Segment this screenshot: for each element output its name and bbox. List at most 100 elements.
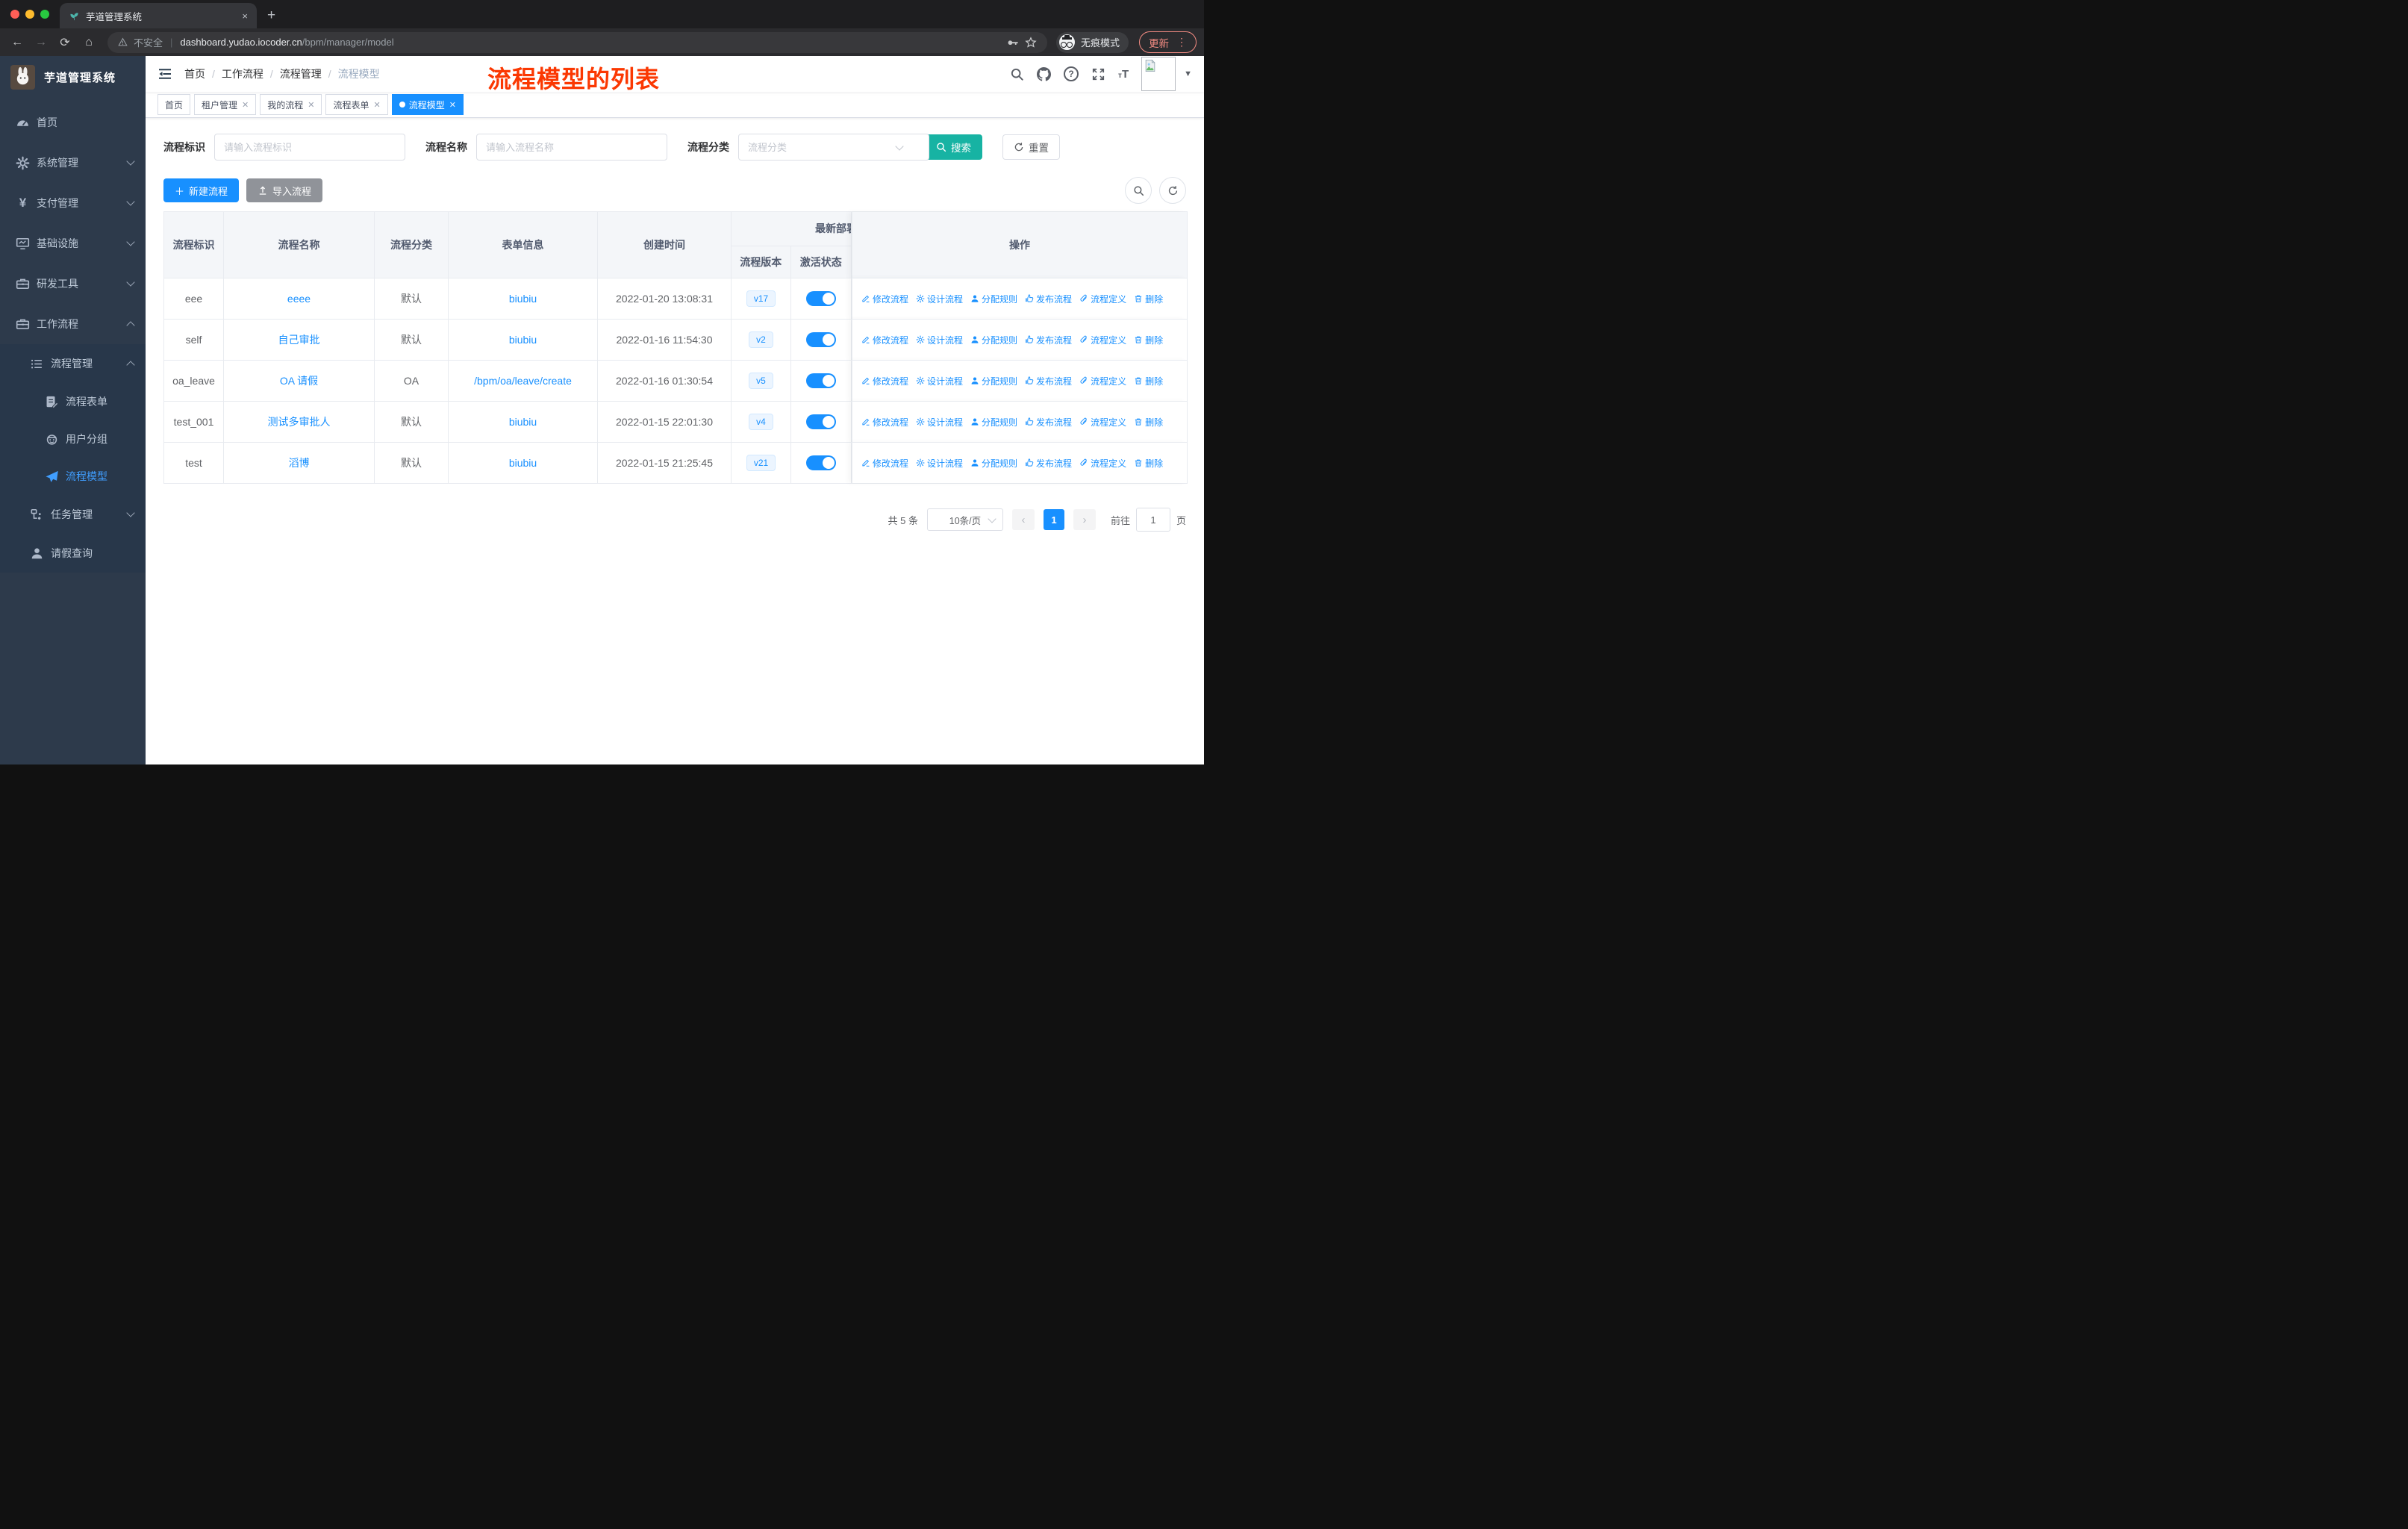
help-icon[interactable]: ? [1064,66,1079,81]
sidebar-item-infrastructure[interactable]: 基础设施 [0,223,146,264]
forward-button[interactable]: → [31,36,51,49]
tag-tenant[interactable]: 租户管理 ✕ [194,94,257,115]
sidebar-item-devtools[interactable]: 研发工具 [0,264,146,304]
action-publish-process[interactable]: 发布流程 [1025,334,1072,346]
action-delete[interactable]: 删除 [1134,457,1163,470]
search-icon[interactable] [1010,67,1024,81]
action-design-process[interactable]: 设计流程 [916,375,963,387]
tag-home[interactable]: 首页 [157,94,191,115]
action-assign-rule[interactable]: 分配规则 [970,293,1017,305]
action-edit-process[interactable]: 修改流程 [861,416,908,429]
back-button[interactable]: ← [7,36,27,49]
close-icon[interactable]: ✕ [308,100,314,110]
action-delete[interactable]: 删除 [1134,334,1163,346]
action-publish-process[interactable]: 发布流程 [1025,375,1072,387]
form-info-link[interactable]: /bpm/oa/leave/create [474,375,572,387]
sidebar-item-process-form[interactable]: 流程表单 [0,383,146,420]
macos-window-controls[interactable] [0,0,60,28]
close-tab-icon[interactable]: × [242,10,248,22]
action-design-process[interactable]: 设计流程 [916,416,963,429]
active-toggle[interactable] [806,332,836,347]
browser-menu-icon[interactable]: ⋮ [1176,36,1187,49]
action-assign-rule[interactable]: 分配规则 [970,457,1017,470]
action-edit-process[interactable]: 修改流程 [861,457,908,470]
create-process-button[interactable]: ＋ 新建流程 [163,178,240,202]
search-button[interactable]: 搜索 [925,134,982,160]
browser-tab[interactable]: 芋道管理系统 × [60,3,257,28]
sidebar-collapse-icon[interactable] [157,66,172,81]
tag-process-form[interactable]: 流程表单 ✕ [325,94,388,115]
sidebar-item-payment[interactable]: ¥ 支付管理 [0,183,146,223]
action-design-process[interactable]: 设计流程 [916,457,963,470]
sidebar-item-task-management[interactable]: 任务管理 [0,495,146,534]
browser-update-button[interactable]: 更新 ⋮ [1139,31,1197,53]
current-page-button[interactable]: 1 [1043,509,1064,530]
sidebar-item-process-management[interactable]: 流程管理 [0,344,146,383]
form-info-link[interactable]: biubiu [509,457,537,469]
close-icon[interactable]: ✕ [374,100,381,110]
action-delete[interactable]: 删除 [1134,375,1163,387]
close-icon[interactable]: ✕ [449,100,456,110]
action-delete[interactable]: 删除 [1134,293,1163,305]
process-id-input[interactable] [214,134,405,161]
action-edit-process[interactable]: 修改流程 [861,334,908,346]
process-name-link[interactable]: 滔博 [289,455,310,470]
next-page-button[interactable]: › [1073,509,1096,530]
fullscreen-icon[interactable] [1091,67,1105,81]
form-info-link[interactable]: biubiu [509,293,537,305]
active-toggle[interactable] [806,373,836,388]
process-category-select[interactable] [738,134,929,161]
address-bar[interactable]: 不安全 | dashboard.yudao.iocoder.cn/bpm/man… [107,31,1047,53]
reload-button[interactable]: ⟳ [55,35,75,50]
sidebar-item-system[interactable]: 系统管理 [0,143,146,183]
sidebar-item-user-group[interactable]: 用户分组 [0,420,146,458]
action-design-process[interactable]: 设计流程 [916,334,963,346]
action-process-definition[interactable]: 流程定义 [1079,457,1126,470]
process-name-link[interactable]: 测试多审批人 [268,414,331,429]
user-avatar[interactable] [1141,57,1176,91]
sidebar-item-leave-query[interactable]: 请假查询 [0,534,146,573]
show-search-button[interactable] [1125,177,1152,204]
password-key-icon[interactable] [1007,37,1019,49]
new-tab-button[interactable]: + [267,7,275,28]
action-process-definition[interactable]: 流程定义 [1079,416,1126,429]
breadcrumb-home[interactable]: 首页 [184,66,205,81]
tag-my-process[interactable]: 我的流程 ✕ [260,94,322,115]
action-publish-process[interactable]: 发布流程 [1025,416,1072,429]
refresh-table-button[interactable] [1159,177,1186,204]
process-name-input[interactable] [476,134,667,161]
prev-page-button[interactable]: ‹ [1011,509,1035,530]
action-publish-process[interactable]: 发布流程 [1025,457,1072,470]
action-design-process[interactable]: 设计流程 [916,293,963,305]
close-window-button[interactable] [10,10,19,19]
reset-button[interactable]: 重置 [1002,134,1060,160]
sidebar-item-process-model[interactable]: 流程模型 [0,458,146,495]
process-name-link[interactable]: eeee [287,293,311,305]
sidebar-item-workflow[interactable]: 工作流程 [0,304,146,344]
bookmark-star-icon[interactable] [1025,37,1037,49]
action-publish-process[interactable]: 发布流程 [1025,293,1072,305]
breadcrumb-process-management[interactable]: 流程管理 [280,66,322,81]
action-assign-rule[interactable]: 分配规则 [970,416,1017,429]
action-process-definition[interactable]: 流程定义 [1079,293,1126,305]
action-delete[interactable]: 删除 [1134,416,1163,429]
active-toggle[interactable] [806,455,836,470]
sidebar-item-home[interactable]: 首页 [0,102,146,143]
close-icon[interactable]: ✕ [242,100,249,110]
github-icon[interactable] [1037,67,1051,81]
active-toggle[interactable] [806,414,836,429]
font-size-icon[interactable]: тT [1118,68,1129,81]
action-assign-rule[interactable]: 分配规则 [970,334,1017,346]
form-info-link[interactable]: biubiu [509,334,537,346]
action-process-definition[interactable]: 流程定义 [1079,375,1126,387]
home-button[interactable]: ⌂ [79,36,99,49]
active-toggle[interactable] [806,291,836,306]
action-edit-process[interactable]: 修改流程 [861,375,908,387]
tag-process-model[interactable]: 流程模型 ✕ [391,94,464,115]
process-name-link[interactable]: 自己审批 [278,332,320,347]
breadcrumb-workflow[interactable]: 工作流程 [222,66,263,81]
minimize-window-button[interactable] [25,10,34,19]
page-size-select[interactable]: 10条/页 [926,508,1003,531]
action-edit-process[interactable]: 修改流程 [861,293,908,305]
import-process-button[interactable]: 导入流程 [246,178,323,202]
